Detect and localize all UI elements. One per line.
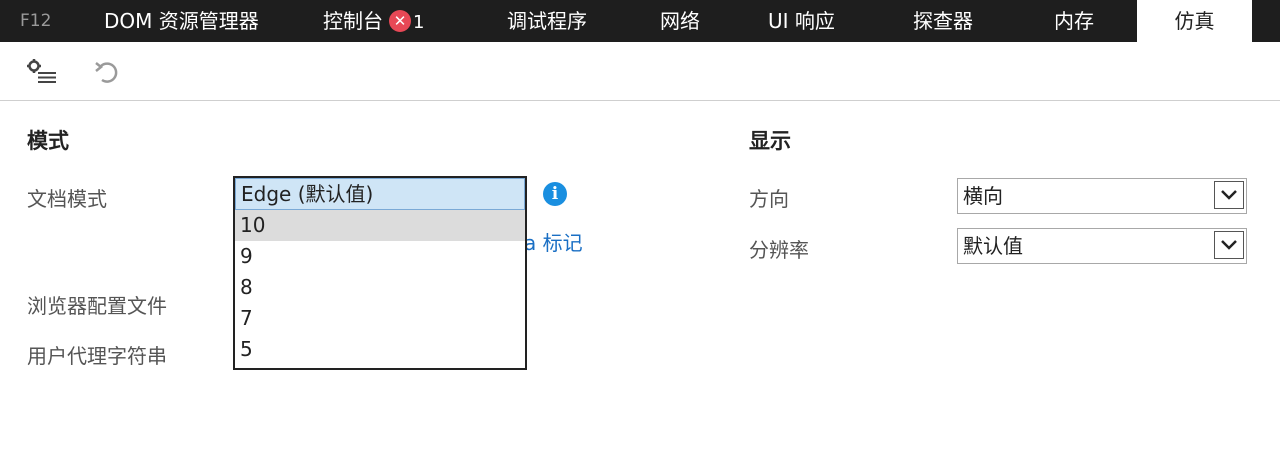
chevron-down-icon[interactable] — [1214, 181, 1244, 209]
chevron-down-icon[interactable] — [1214, 231, 1244, 259]
display-section-title: 显示 — [749, 129, 791, 153]
document-mode-option[interactable]: 10 — [235, 210, 525, 241]
undo-icon[interactable] — [92, 58, 124, 86]
document-mode-option[interactable]: Edge (默认值) — [235, 178, 525, 210]
devtools-tab-bar: F12 DOM 资源管理器 控制台 ✕ 1 调试程序 网络 UI 响应 探查器 内存… — [0, 0, 1280, 42]
error-icon: ✕ — [389, 9, 411, 32]
f12-label: F12 — [20, 11, 52, 31]
tab-emulation[interactable]: 仿真 — [1137, 0, 1252, 42]
tab-network[interactable]: 网络 — [660, 0, 700, 42]
resolution-select[interactable]: 默认值 — [957, 228, 1247, 264]
orientation-label: 方向 — [749, 187, 789, 211]
document-mode-dropdown-list[interactable]: Edge (默认值) 10 9 8 7 5 — [233, 176, 527, 370]
markup-link[interactable]: a 标记 — [524, 227, 583, 256]
tab-ui-responsiveness[interactable]: UI 响应 — [768, 0, 835, 42]
toolbar — [0, 42, 1280, 101]
tab-memory[interactable]: 内存 — [1054, 0, 1094, 42]
document-mode-option[interactable]: 7 — [235, 303, 525, 334]
document-mode-option[interactable]: 9 — [235, 241, 525, 272]
tab-console-label: 控制台 — [323, 9, 383, 33]
resolution-value: 默认值 — [963, 234, 1023, 258]
settings-list-icon[interactable] — [24, 58, 56, 86]
document-mode-label: 文档模式 — [27, 187, 107, 211]
tab-dom-explorer[interactable]: DOM 资源管理器 — [104, 0, 259, 42]
mode-section-title: 模式 — [27, 129, 69, 153]
document-mode-option[interactable]: 8 — [235, 272, 525, 303]
tab-debugger[interactable]: 调试程序 — [507, 0, 587, 42]
document-mode-option[interactable]: 5 — [235, 334, 525, 365]
tab-profiler[interactable]: 探查器 — [913, 0, 973, 42]
orientation-value: 横向 — [963, 184, 1003, 208]
info-icon[interactable]: i — [543, 182, 567, 206]
resolution-label: 分辨率 — [749, 238, 809, 262]
error-count: 1 — [413, 11, 425, 33]
tab-console[interactable]: 控制台 ✕ 1 — [323, 0, 424, 42]
browser-profile-label: 浏览器配置文件 — [27, 294, 167, 318]
orientation-select[interactable]: 横向 — [957, 178, 1247, 214]
user-agent-label: 用户代理字符串 — [27, 344, 167, 368]
